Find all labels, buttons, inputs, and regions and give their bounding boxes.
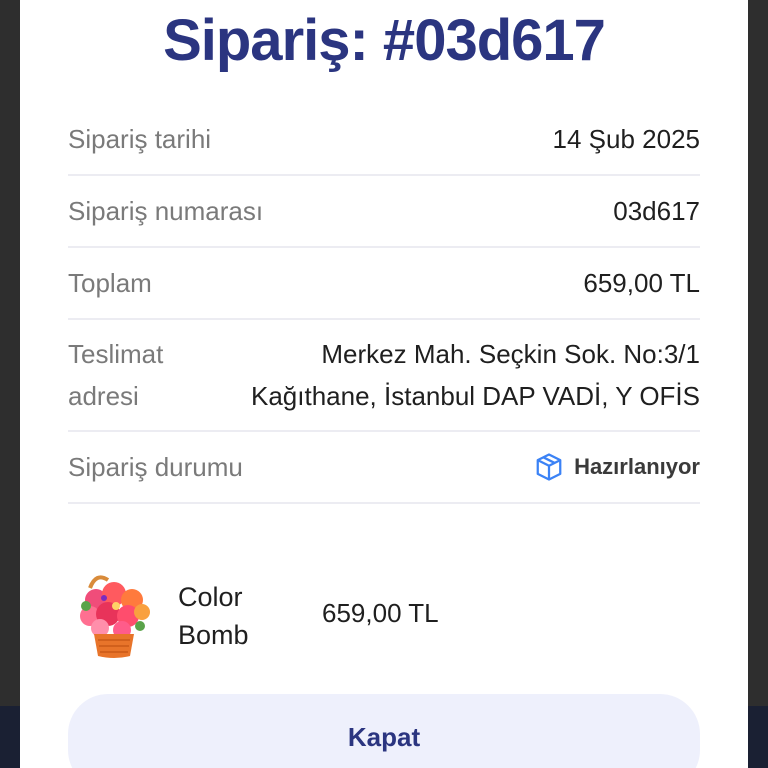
package-icon: [536, 453, 562, 481]
product-name-line: Color: [178, 582, 243, 612]
delivery-address-row: Teslimat adresi Merkez Mah. Seçkin Sok. …: [68, 320, 700, 432]
delivery-address-label-line: adresi: [68, 381, 139, 411]
order-status-badge: Hazırlanıyor: [534, 452, 700, 482]
delivery-address-value: Merkez Mah. Seçkin Sok. No:3/1 Kağıthane…: [251, 333, 700, 417]
order-number-label: Sipariş numarası: [68, 195, 264, 226]
order-number-row: Sipariş numarası 03d617: [68, 176, 700, 248]
order-total-value: 659,00 TL: [583, 267, 700, 298]
order-detail-modal: Sipariş: #03d617 Sipariş tarihi 14 Şub 2…: [20, 0, 748, 768]
page-title: Sipariş: #03d617: [163, 8, 606, 73]
product-name-line: Bomb: [178, 620, 249, 650]
product-price: 659,00 TL: [322, 598, 439, 628]
product-name: Color Bomb: [178, 578, 288, 654]
delivery-address-label-line: Teslimat: [68, 339, 164, 369]
order-date-value: 14 Şub 2025: [552, 123, 700, 154]
order-status-row: Sipariş durumu Hazırlanıyor: [68, 432, 700, 504]
delivery-address-label: Teslimat adresi: [68, 333, 198, 417]
order-status-label: Sipariş durumu: [68, 451, 243, 482]
order-date-label: Sipariş tarihi: [68, 123, 212, 154]
order-status-text: Hazırlanıyor: [574, 454, 700, 479]
order-number-value: 03d617: [613, 195, 700, 226]
order-info-list: Sipariş tarihi 14 Şub 2025 Sipariş numar…: [68, 104, 700, 504]
order-date-row: Sipariş tarihi 14 Şub 2025: [68, 104, 700, 176]
order-total-label: Toplam: [68, 267, 152, 298]
delivery-address-line: Kağıthane, İstanbul DAP VADİ, Y OFİS: [251, 381, 700, 411]
order-total-row: Toplam 659,00 TL: [68, 248, 700, 320]
close-button[interactable]: Kapat: [68, 694, 700, 768]
product-item: Color Bomb 659,00 TL: [76, 570, 696, 660]
delivery-address-line: Merkez Mah. Seçkin Sok. No:3/1: [321, 339, 700, 369]
flower-basket-image: [80, 575, 150, 658]
